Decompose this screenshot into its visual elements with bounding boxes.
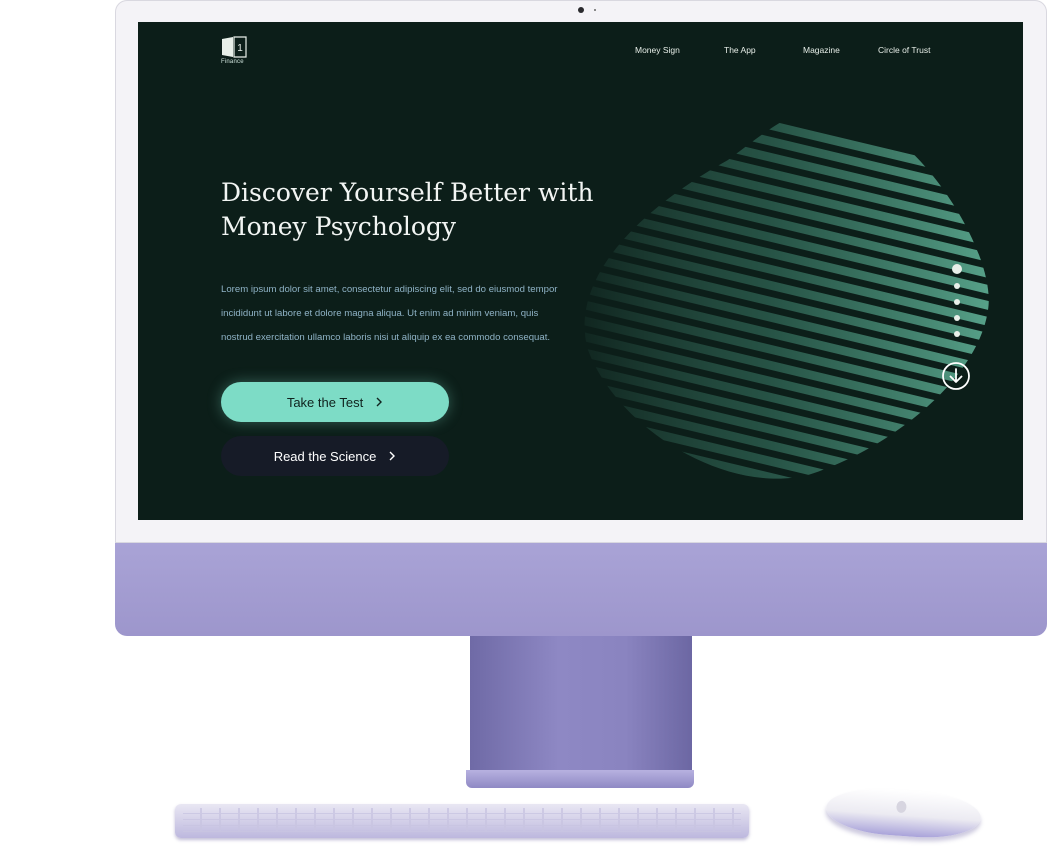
mouse <box>824 784 983 842</box>
imac-stand <box>470 636 692 776</box>
website-screen: 1 Finance Money Sign The App Magazine Ci… <box>138 22 1023 520</box>
read-the-science-label: Read the Science <box>273 448 377 464</box>
chevron-right-icon <box>375 395 383 410</box>
stripe <box>584 108 989 221</box>
pager-dot[interactable] <box>954 283 960 289</box>
stripe <box>584 118 989 237</box>
slide-pager <box>951 264 963 344</box>
keyboard <box>175 804 749 838</box>
nav-item-circle-of-trust[interactable]: Circle of Trust <box>878 45 930 55</box>
pager-dot[interactable] <box>954 299 960 305</box>
nav-item-magazine[interactable]: Magazine <box>803 45 840 55</box>
brand-name: Finance <box>221 59 244 65</box>
scroll-down-button[interactable] <box>941 361 971 391</box>
stripe-group <box>584 108 989 479</box>
nav-item-the-app[interactable]: The App <box>724 45 756 55</box>
description-line: incididunt ut labore et dolore magna ali… <box>221 308 539 319</box>
description-line: nostrud exercitation ullamco laboris nis… <box>221 332 551 343</box>
hero-description: Lorem ipsum dolor sit amet, consectetur … <box>221 278 631 350</box>
striped-orb-illustration <box>584 108 989 479</box>
take-the-test-label: Take the Test <box>286 394 364 410</box>
description-line: Lorem ipsum dolor sit amet, consectetur … <box>221 284 558 295</box>
top-nav: Money Sign The App Magazine Circle of Tr… <box>138 45 1023 57</box>
apple-logo-icon <box>896 800 907 814</box>
nav-item-money-sign[interactable]: Money Sign <box>635 45 680 55</box>
pager-dot[interactable] <box>954 315 960 321</box>
pager-dot[interactable] <box>954 331 960 337</box>
read-the-science-button[interactable]: Read the Science <box>221 436 449 476</box>
arrow-down-circle-icon <box>942 362 970 390</box>
chevron-right-icon <box>388 449 396 464</box>
camera-icon <box>578 7 584 13</box>
imac-stand-base <box>466 770 694 788</box>
camera-indicator <box>594 9 596 11</box>
pager-dot-active[interactable] <box>952 264 962 274</box>
take-the-test-button[interactable]: Take the Test <box>221 382 449 422</box>
imac-chin <box>115 543 1047 636</box>
